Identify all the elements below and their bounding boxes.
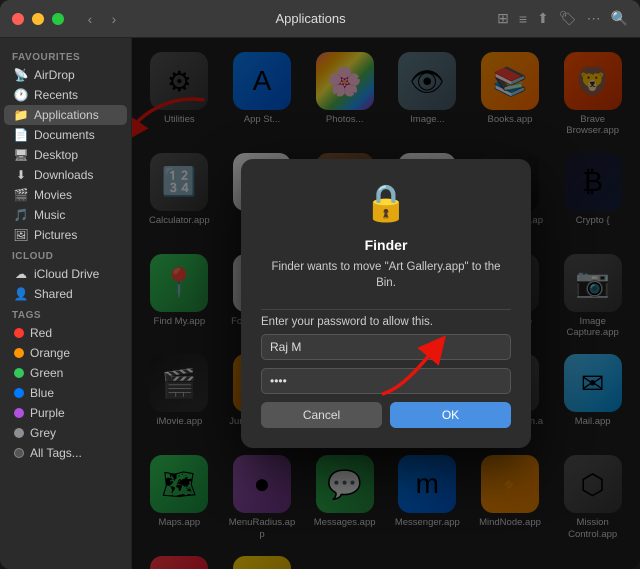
grey-tag-dot — [14, 428, 24, 438]
sidebar-label-pictures: Pictures — [34, 228, 77, 242]
sidebar-label-orange: Orange — [30, 346, 70, 360]
sidebar-item-purple[interactable]: Purple — [4, 403, 127, 423]
minimize-button[interactable] — [32, 13, 44, 25]
back-button[interactable]: ‹ — [80, 9, 100, 29]
forward-button[interactable]: › — [104, 9, 124, 29]
cancel-button[interactable]: Cancel — [261, 402, 382, 428]
content-area: ⚙ Utilities A App St... 🌸 Photos... 👁 Im… — [132, 38, 640, 569]
sidebar-item-documents[interactable]: 📄 Documents — [4, 125, 127, 145]
airdrop-icon: 📡 — [14, 68, 28, 82]
main-content: Favourites 📡 AirDrop 🕐 Recents 📁 Applica… — [0, 38, 640, 569]
desktop-icon: 🖥 — [14, 148, 28, 162]
sidebar-label-shared: Shared — [34, 287, 73, 301]
password-input[interactable] — [261, 368, 511, 394]
icloud-label: iCloud — [0, 245, 131, 264]
all-tags-dot — [14, 448, 24, 458]
movies-icon: 🎬 — [14, 188, 28, 202]
sidebar-label-icloud-drive: iCloud Drive — [34, 267, 99, 281]
modal-message: Finder wants to move "Art Gallery.app" t… — [261, 259, 511, 291]
modal-overlay: 🔒 Finder Finder wants to move "Art Galle… — [132, 38, 640, 569]
sidebar-label-music: Music — [34, 208, 65, 222]
sidebar-label-purple: Purple — [30, 406, 65, 420]
sidebar-label-desktop: Desktop — [34, 148, 78, 162]
applications-icon: 📁 — [14, 108, 28, 122]
sidebar-label-grey: Grey — [30, 426, 56, 440]
sidebar-label-all-tags: All Tags... — [30, 446, 82, 460]
recents-icon: 🕐 — [14, 88, 28, 102]
tags-label: Tags — [0, 304, 131, 323]
pictures-icon: 🖼 — [14, 228, 28, 242]
downloads-icon: ⬇ — [14, 168, 28, 182]
nav-buttons: ‹ › — [80, 9, 124, 29]
sidebar-item-downloads[interactable]: ⬇ Downloads — [4, 165, 127, 185]
sidebar-item-all-tags[interactable]: All Tags... — [4, 443, 127, 463]
sidebar-label-green: Green — [30, 366, 63, 380]
view-icon[interactable]: ⊞ — [497, 10, 509, 27]
modal-title: Finder — [365, 237, 408, 253]
documents-icon: 📄 — [14, 128, 28, 142]
sort-icon[interactable]: ≡ — [519, 11, 527, 27]
sidebar-label-red: Red — [30, 326, 52, 340]
window-title: Applications — [132, 11, 489, 26]
green-tag-dot — [14, 368, 24, 378]
sidebar-label-downloads: Downloads — [34, 168, 93, 182]
sidebar-label-blue: Blue — [30, 386, 54, 400]
modal-divider — [261, 309, 511, 310]
more-icon[interactable]: ⋯ — [587, 10, 601, 27]
sidebar-label-movies: Movies — [34, 188, 72, 202]
search-icon[interactable]: 🔍 — [611, 10, 628, 27]
sidebar-label-documents: Documents — [34, 128, 95, 142]
sidebar-label-recents: Recents — [34, 88, 78, 102]
share-icon[interactable]: ⬆ — [537, 10, 549, 27]
sidebar-item-green[interactable]: Green — [4, 363, 127, 383]
sidebar-item-applications[interactable]: 📁 Applications — [4, 105, 127, 125]
sidebar-item-blue[interactable]: Blue — [4, 383, 127, 403]
sidebar-item-red[interactable]: Red — [4, 323, 127, 343]
modal-buttons: Cancel OK — [261, 402, 511, 428]
username-input[interactable] — [261, 334, 511, 360]
icloud-drive-icon: ☁ — [14, 267, 28, 281]
ok-button[interactable]: OK — [390, 402, 511, 428]
sidebar-item-airdrop[interactable]: 📡 AirDrop — [4, 65, 127, 85]
shared-icon: 👤 — [14, 287, 28, 301]
sidebar-label-applications: Applications — [34, 108, 99, 122]
sidebar-item-desktop[interactable]: 🖥 Desktop — [4, 145, 127, 165]
favourites-label: Favourites — [0, 46, 131, 65]
sidebar-item-movies[interactable]: 🎬 Movies — [4, 185, 127, 205]
sidebar-item-orange[interactable]: Orange — [4, 343, 127, 363]
finder-lock-icon: 🔒 — [362, 179, 410, 227]
red-tag-dot — [14, 328, 24, 338]
modal-prompt: Enter your password to allow this. — [261, 316, 433, 328]
sidebar-item-recents[interactable]: 🕐 Recents — [4, 85, 127, 105]
sidebar-item-grey[interactable]: Grey — [4, 423, 127, 443]
sidebar-item-music[interactable]: 🎵 Music — [4, 205, 127, 225]
tag-icon[interactable]: 🏷 — [559, 10, 577, 27]
maximize-button[interactable] — [52, 13, 64, 25]
sidebar: Favourites 📡 AirDrop 🕐 Recents 📁 Applica… — [0, 38, 132, 569]
finder-window: ‹ › Applications ⊞ ≡ ⬆ 🏷 ⋯ 🔍 Favourites … — [0, 0, 640, 569]
titlebar: ‹ › Applications ⊞ ≡ ⬆ 🏷 ⋯ 🔍 — [0, 0, 640, 38]
sidebar-item-shared[interactable]: 👤 Shared — [4, 284, 127, 304]
sidebar-label-airdrop: AirDrop — [34, 68, 75, 82]
sidebar-item-pictures[interactable]: 🖼 Pictures — [4, 225, 127, 245]
purple-tag-dot — [14, 408, 24, 418]
sidebar-item-icloud-drive[interactable]: ☁ iCloud Drive — [4, 264, 127, 284]
music-icon: 🎵 — [14, 208, 28, 222]
toolbar-icons: ⊞ ≡ ⬆ 🏷 ⋯ 🔍 — [497, 10, 628, 27]
finder-dialog: 🔒 Finder Finder wants to move "Art Galle… — [241, 159, 531, 448]
orange-tag-dot — [14, 348, 24, 358]
blue-tag-dot — [14, 388, 24, 398]
close-button[interactable] — [12, 13, 24, 25]
